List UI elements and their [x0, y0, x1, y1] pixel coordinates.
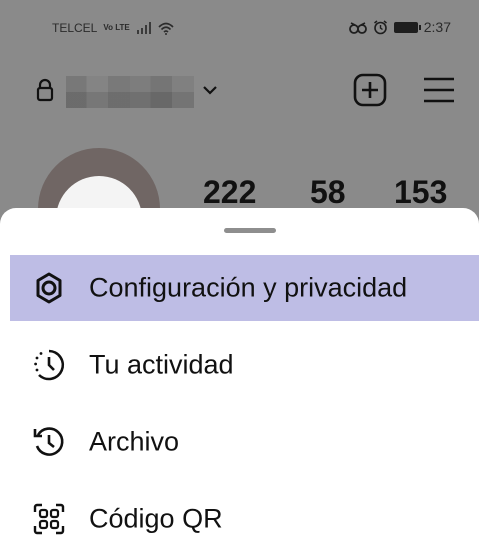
archive-history-icon	[33, 427, 64, 456]
status-left: TELCEL Vo LTE	[52, 21, 174, 35]
clock-time: 2:37	[423, 19, 451, 35]
hamburger-menu-icon[interactable]	[422, 74, 456, 106]
qr-code-icon	[33, 503, 65, 535]
menu-item-label: Archivo	[89, 426, 180, 457]
volte-badge: Vo LTE	[103, 23, 130, 32]
lock-icon	[36, 78, 54, 102]
wifi-icon	[158, 22, 174, 35]
carrier-name: TELCEL	[52, 21, 98, 35]
menu-item-qr-code[interactable]: Código QR	[10, 486, 479, 536]
alarm-icon	[373, 19, 387, 34]
menu-item-label: Código QR	[89, 503, 223, 534]
profile-header	[0, 62, 479, 122]
menu-item-settings-privacy[interactable]: Configuración y privacidad	[10, 255, 479, 321]
following-count[interactable]: 153	[394, 174, 447, 211]
username-obscured[interactable]	[66, 76, 194, 108]
options-bottom-sheet: Configuración y privacidad Tu actividad …	[0, 208, 479, 536]
activity-clock-icon	[34, 349, 65, 381]
menu-item-label: Configuración y privacidad	[89, 272, 408, 303]
menu-item-archive[interactable]: Archivo	[10, 409, 479, 475]
add-post-icon[interactable]	[352, 72, 388, 108]
sheet-drag-handle[interactable]	[224, 228, 276, 233]
menu-item-label: Tu actividad	[89, 349, 234, 380]
settings-gear-icon	[36, 272, 62, 304]
battery-icon	[393, 21, 421, 33]
menu-item-your-activity[interactable]: Tu actividad	[10, 332, 479, 398]
chevron-down-icon[interactable]	[202, 84, 218, 96]
posts-count[interactable]: 222	[203, 174, 256, 211]
signal-icon	[136, 22, 151, 34]
status-right: 2:37	[348, 19, 451, 35]
eye-icon	[348, 22, 367, 34]
followers-count[interactable]: 58	[310, 174, 346, 211]
status-bar: TELCEL Vo LTE 2:37	[0, 0, 479, 52]
